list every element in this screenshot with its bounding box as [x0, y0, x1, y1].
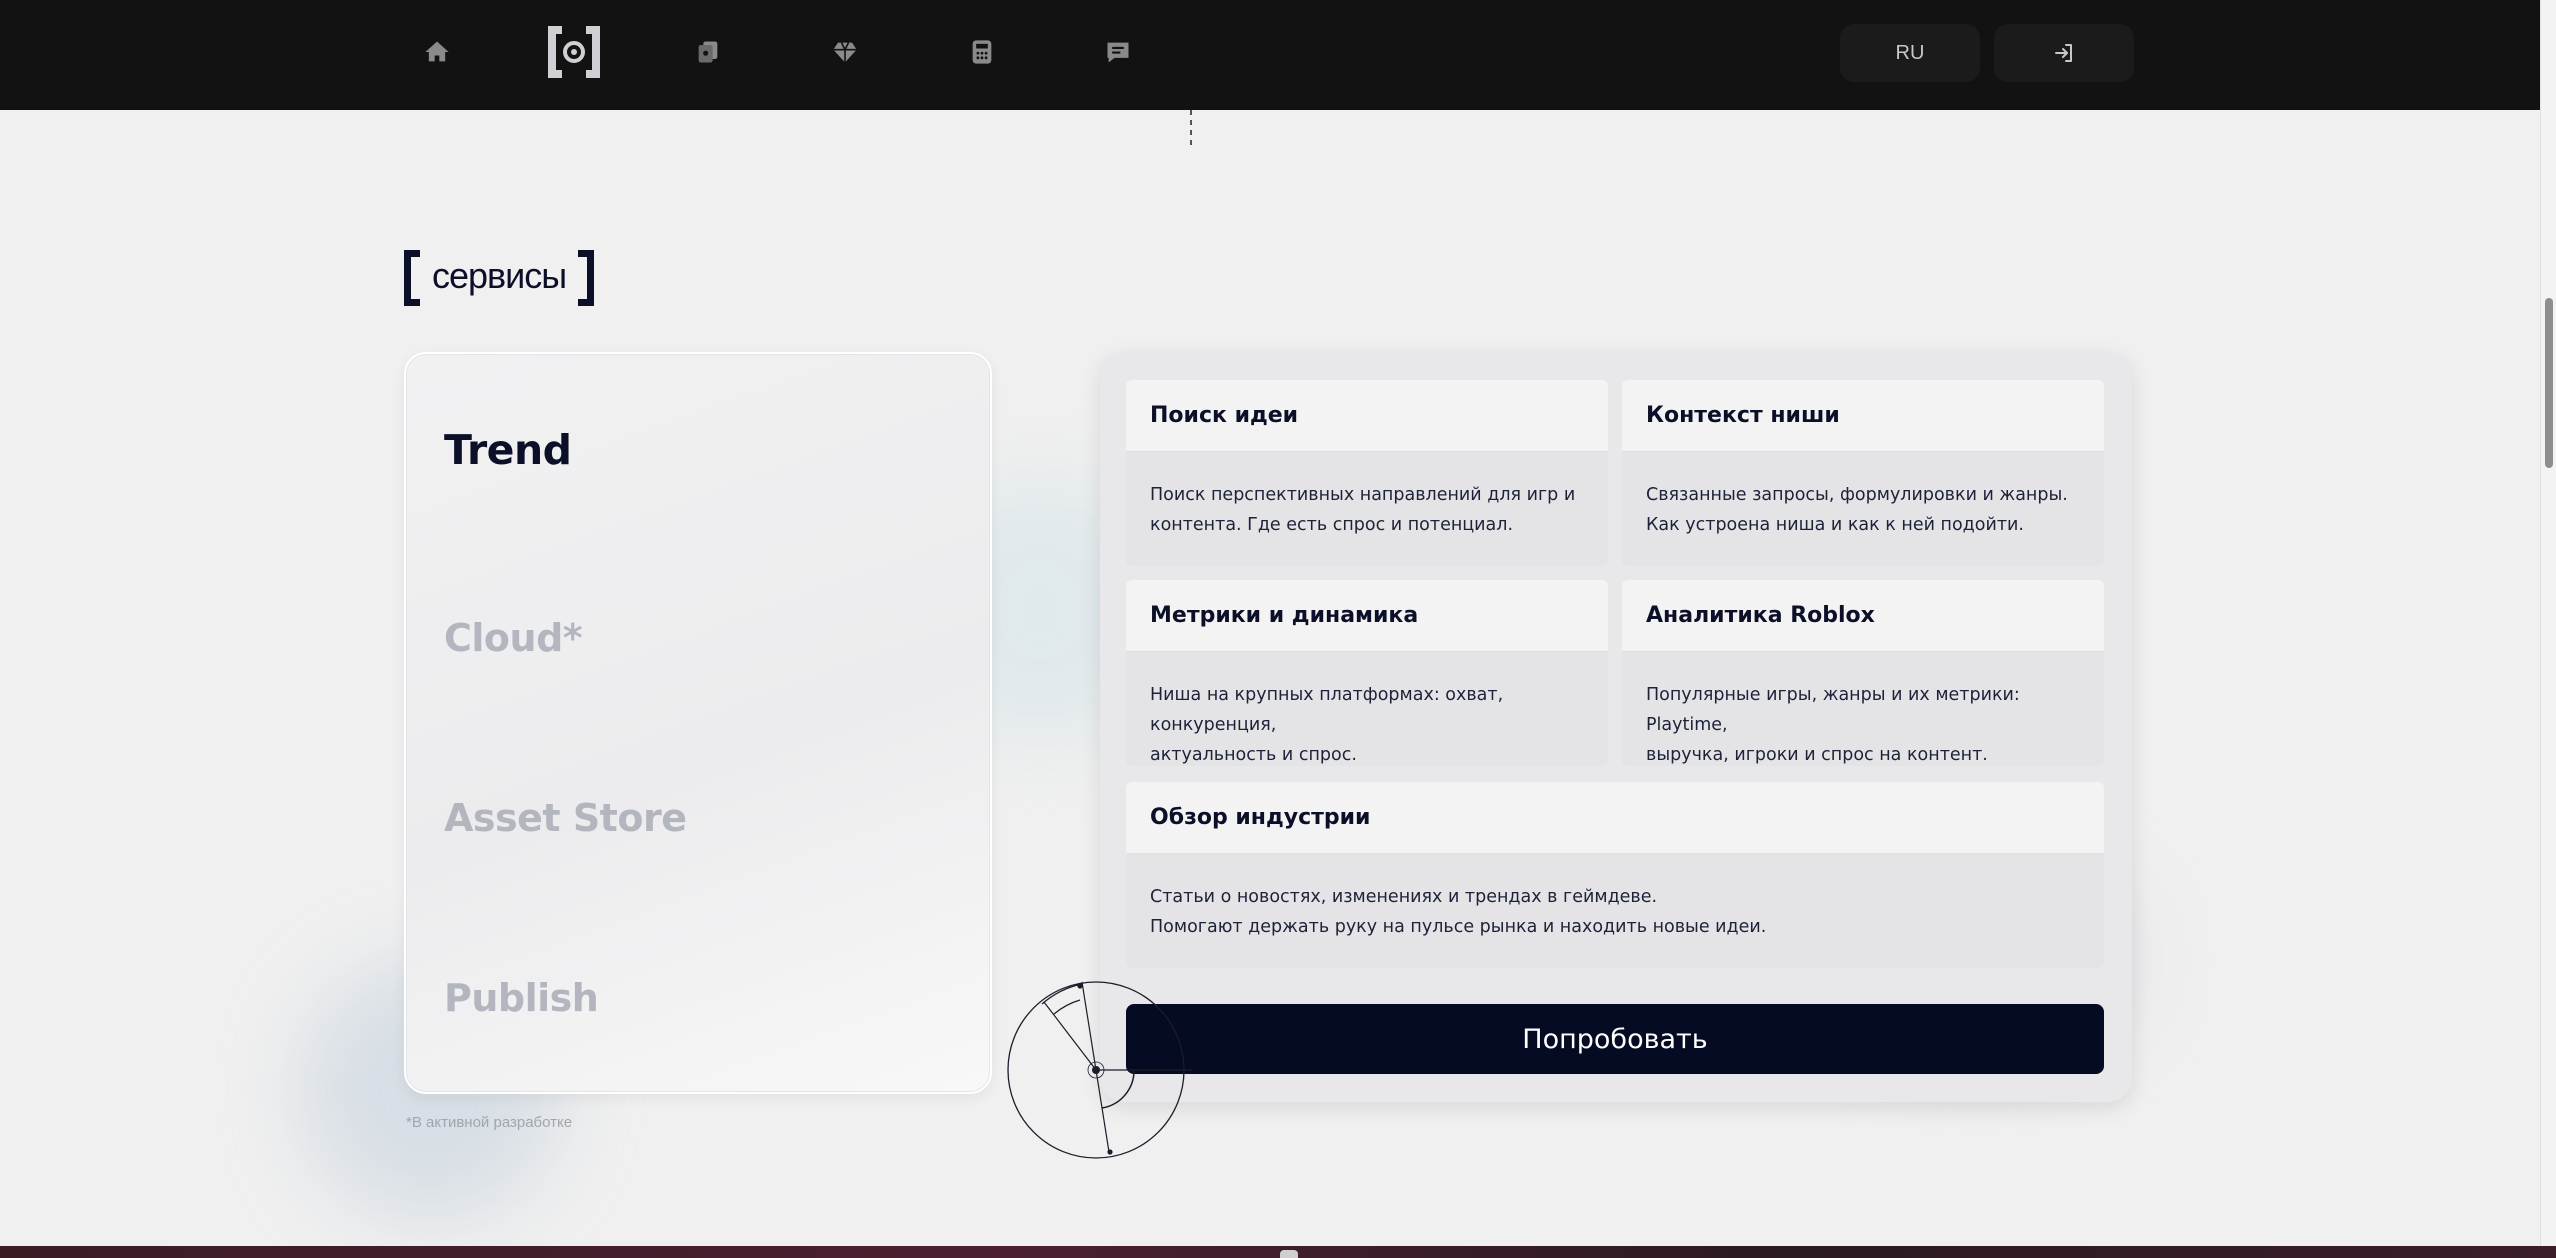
home-icon[interactable] [419, 34, 455, 70]
feature-title: Аналитика Roblox [1622, 580, 2104, 652]
feature-description: Статьи о новостях, изменениях и трендах … [1150, 887, 1767, 937]
vertical-scrollbar[interactable] [2540, 0, 2556, 1246]
top-navbar: RU [0, 0, 2540, 110]
language-button[interactable]: RU [1840, 24, 1980, 82]
bracket-left [404, 250, 420, 306]
dashed-divider [1190, 110, 1192, 146]
feature-card-niche-context: Контекст ниши Связанные запросы, формули… [1622, 380, 2104, 566]
feature-description: Популярные игры, жанры и их метрики: Pla… [1646, 685, 2020, 765]
login-icon [2055, 44, 2072, 62]
cards-icon[interactable] [690, 34, 726, 70]
feature-description: Ниша на крупных платформах: охват, конку… [1150, 685, 1504, 765]
feature-title: Поиск идеи [1126, 380, 1608, 452]
tab-asset-store[interactable]: Asset Store [444, 796, 687, 840]
feature-card-roblox-analytics: Аналитика Roblox Популярные игры, жанры … [1622, 580, 2104, 766]
chat-icon[interactable] [1100, 34, 1136, 70]
footnote: *В активной разработке [406, 1114, 573, 1131]
services-tabs-card: Trend Cloud* Asset Store Publish [404, 352, 992, 1094]
section-title: сервисы [404, 248, 595, 308]
tab-trend[interactable]: Trend [444, 426, 572, 474]
diamond-icon[interactable] [827, 34, 863, 70]
bottom-strip [0, 1246, 2556, 1258]
feature-card-idea-search: Поиск идеи Поиск перспективных направлен… [1126, 380, 1608, 566]
section-title-text: сервисы [432, 255, 567, 296]
decorative-circle-graphic [1007, 981, 1192, 1159]
tab-cloud[interactable]: Cloud* [444, 616, 583, 660]
feature-title: Метрики и динамика [1126, 580, 1608, 652]
feature-title: Контекст ниши [1622, 380, 2104, 452]
feature-description: Связанные запросы, формулировки и жанры.… [1646, 485, 2068, 535]
feature-card-industry-overview: Обзор индустрии Статьи о новостях, измен… [1126, 782, 2104, 968]
feature-description: Поиск перспективных направлений для игр … [1150, 485, 1576, 535]
bottom-indicator [1280, 1250, 1298, 1258]
tab-publish[interactable]: Publish [444, 976, 599, 1020]
feature-card-metrics: Метрики и динамика Ниша на крупных платф… [1126, 580, 1608, 766]
bracket-right [578, 250, 595, 306]
try-button[interactable]: Попробовать [1126, 1004, 2104, 1074]
login-button[interactable] [1994, 24, 2134, 82]
feature-title: Обзор индустрии [1126, 782, 2104, 854]
logo-mark[interactable] [542, 22, 606, 82]
scrollbar-thumb[interactable] [2545, 298, 2553, 468]
calculator-icon[interactable] [964, 34, 1000, 70]
